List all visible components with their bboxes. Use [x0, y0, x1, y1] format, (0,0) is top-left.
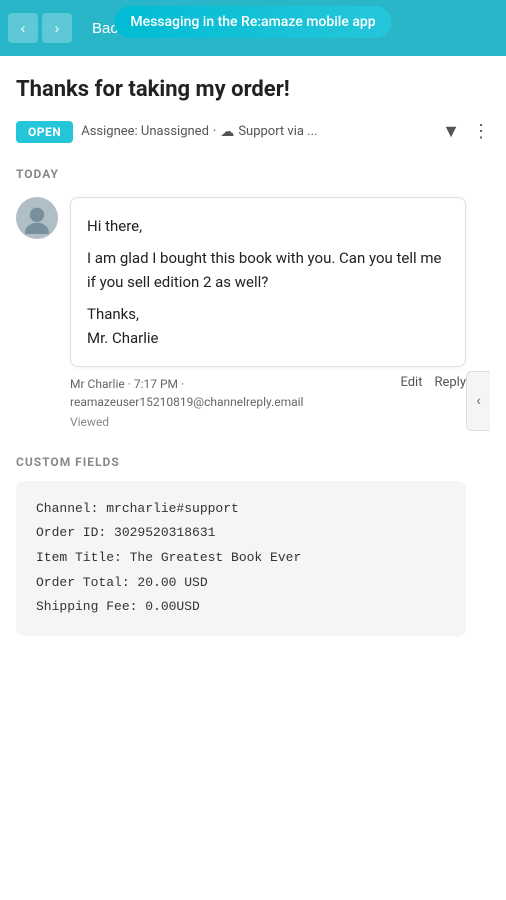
channel-label: Support via ...	[238, 124, 317, 139]
more-options-icon[interactable]: ⋮	[472, 121, 490, 142]
custom-fields-title: CUSTOM FIELDS	[16, 455, 466, 469]
message-greeting: Hi there,	[87, 214, 449, 238]
message-closing: Thanks, Mr. Charlie	[87, 302, 449, 350]
avatar	[16, 197, 58, 239]
message-signature: Mr. Charlie	[87, 329, 158, 347]
filter-icon[interactable]: ▼	[442, 121, 460, 142]
cloud-icon: ☁	[220, 124, 234, 140]
viewed-label: Viewed	[70, 413, 303, 431]
open-badge: OPEN	[16, 121, 73, 143]
dot-separator: ·	[213, 124, 216, 139]
collapse-icon: ‹	[476, 393, 480, 409]
message-email: reamazeuser15210819@channelreply.email	[70, 393, 303, 411]
field-order-total: Order Total: 20.00 USD	[36, 571, 446, 596]
message-sender-time: Mr Charlie · 7:17 PM ·	[70, 375, 303, 393]
header-bar: Messaging in the Re:amaze mobile app ‹ ›…	[0, 0, 506, 56]
message-text: Hi there, I am glad I bought this book w…	[87, 214, 449, 350]
field-channel: Channel: mrcharlie#support	[36, 497, 446, 522]
side-panel-toggle[interactable]: ‹	[466, 371, 490, 431]
meta-separator-2: ·	[181, 377, 184, 391]
message-meta-left: Mr Charlie · 7:17 PM · reamazeuser152108…	[70, 375, 303, 431]
custom-fields-section: CUSTOM FIELDS Channel: mrcharlie#support…	[16, 455, 466, 636]
message-container: Hi there, I am glad I bought this book w…	[16, 197, 466, 367]
notification-text: Messaging in the Re:amaze mobile app	[130, 14, 375, 30]
field-order-id: Order ID: 3029520318631	[36, 521, 446, 546]
status-bar: OPEN Assignee: Unassigned · ☁ Support vi…	[16, 121, 490, 143]
message-meta-right: Edit Reply	[400, 375, 466, 390]
status-info: Assignee: Unassigned · ☁ Support via ...	[81, 124, 434, 140]
assignee-label: Assignee: Unassigned	[81, 124, 209, 139]
conversation-title: Thanks for taking my order!	[16, 76, 490, 105]
next-button[interactable]: ›	[42, 13, 72, 43]
message-body: I am glad I bought this book with you. C…	[87, 246, 449, 294]
message-time: 7:17 PM	[134, 377, 178, 391]
notification-banner: Messaging in the Re:amaze mobile app	[114, 6, 391, 38]
nav-arrows: ‹ ›	[8, 13, 72, 43]
prev-button[interactable]: ‹	[8, 13, 38, 43]
main-content: Thanks for taking my order! OPEN Assigne…	[0, 56, 506, 652]
message-bubble: Hi there, I am glad I bought this book w…	[70, 197, 466, 367]
message-area: ‹ TODAY Hi there, I am glad I bought thi…	[16, 167, 490, 636]
field-shipping-fee: Shipping Fee: 0.00USD	[36, 595, 446, 620]
message-closing-text: Thanks,	[87, 305, 139, 323]
message-sender: Mr Charlie	[70, 377, 125, 391]
custom-fields-card: Channel: mrcharlie#support Order ID: 302…	[16, 481, 466, 636]
message-meta: Mr Charlie · 7:17 PM · reamazeuser152108…	[16, 375, 466, 431]
field-item-title: Item Title: The Greatest Book Ever	[36, 546, 446, 571]
edit-button[interactable]: Edit	[400, 375, 422, 390]
status-actions: ▼ ⋮	[442, 121, 490, 142]
today-label: TODAY	[16, 167, 466, 181]
reply-button[interactable]: Reply	[434, 375, 466, 390]
